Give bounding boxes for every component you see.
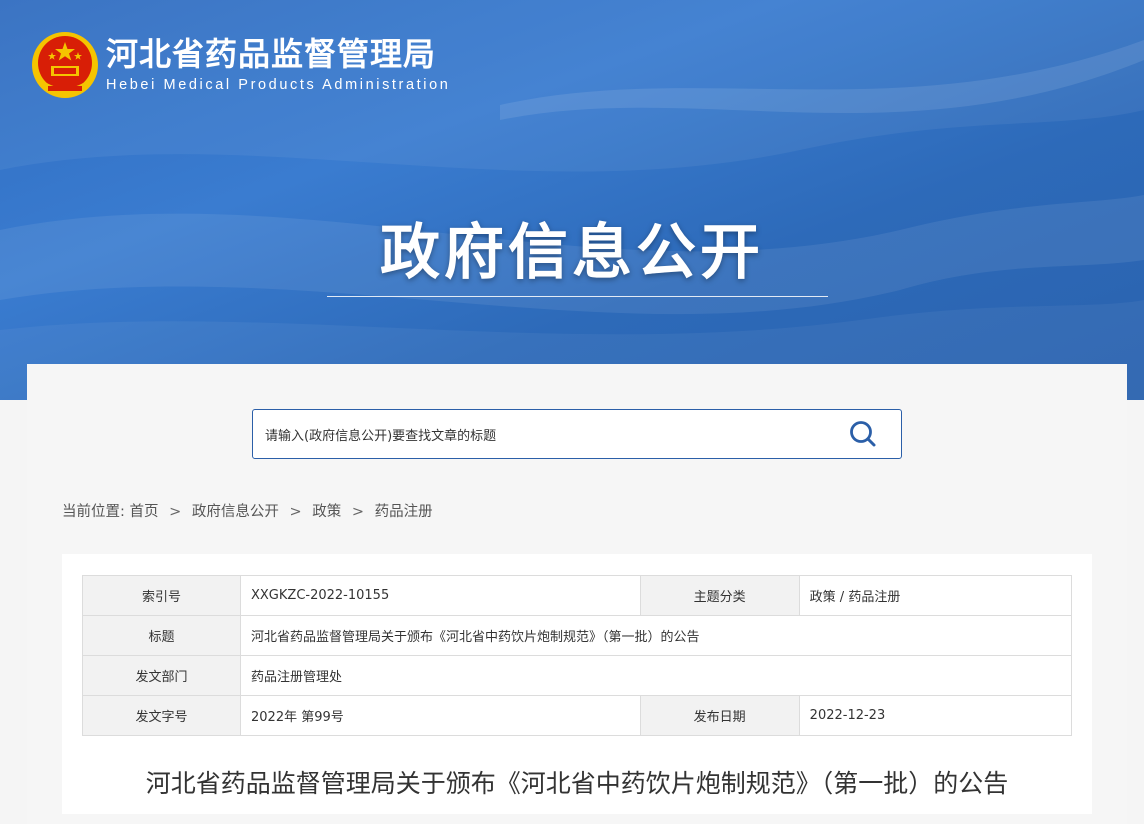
search-icon (850, 421, 876, 447)
title-label: 标题 (82, 615, 241, 656)
breadcrumb-drug-registration[interactable]: 药品注册 (375, 504, 433, 520)
table-row: 发文部门 药品注册管理处 (82, 655, 1072, 696)
breadcrumb-separator: > (169, 504, 182, 520)
breadcrumb: 当前位置: 首页 > 政府信息公开 > 政策 > 药品注册 (62, 500, 433, 521)
topic-value: 政策 / 药品注册 (798, 575, 1073, 616)
docno-label: 发文字号 (82, 695, 241, 736)
breadcrumb-gov-info[interactable]: 政府信息公开 (192, 504, 279, 520)
docno-value: 2022年 第99号 (240, 695, 641, 736)
org-name-cn: 河北省药品监督管理局 (106, 35, 437, 73)
index-label: 索引号 (82, 575, 241, 616)
article-title: 河北省药品监督管理局关于颁布《河北省中药饮片炮制规范》（第一批）的公告 (145, 769, 1009, 798)
breadcrumb-separator: > (289, 504, 302, 520)
index-value: XXGKZC-2022-10155 (240, 575, 641, 616)
article-card: 索引号 XXGKZC-2022-10155 主题分类 政策 / 药品注册 标题 … (62, 554, 1092, 814)
org-name-en: Hebei Medical Products Administration (106, 77, 451, 93)
section-title: 政府信息公开 (380, 218, 764, 288)
table-row: 标题 河北省药品监督管理局关于颁布《河北省中药饮片炮制规范》（第一批）的公告 (82, 615, 1072, 656)
search-box[interactable]: 请输入(政府信息公开)要查找文章的标题 (252, 409, 902, 459)
content-panel: 请输入(政府信息公开)要查找文章的标题 当前位置: 首页 > 政府信息公开 > … (27, 364, 1127, 824)
search-button[interactable] (843, 414, 883, 454)
breadcrumb-separator: > (351, 504, 365, 520)
table-row: 发文字号 2022年 第99号 发布日期 2022-12-23 (82, 695, 1073, 736)
breadcrumb-policy[interactable]: 政策 (312, 504, 341, 520)
breadcrumb-home[interactable]: 首页 (130, 504, 159, 520)
document-meta-table: 索引号 XXGKZC-2022-10155 主题分类 政策 / 药品注册 标题 … (82, 575, 1073, 736)
site-logo[interactable]: 河北省药品监督管理局 Hebei Medical Products Admini… (30, 30, 450, 100)
topic-label: 主题分类 (639, 575, 800, 616)
table-row: 索引号 XXGKZC-2022-10155 主题分类 政策 / 药品注册 (82, 575, 1073, 616)
national-emblem-icon (32, 32, 98, 98)
search-input[interactable]: 请输入(政府信息公开)要查找文章的标题 (265, 425, 843, 444)
header-banner: 河北省药品监督管理局 Hebei Medical Products Admini… (0, 0, 1144, 400)
dept-label: 发文部门 (82, 655, 241, 696)
breadcrumb-prefix: 当前位置: (62, 504, 125, 520)
date-value: 2022-12-23 (798, 695, 1073, 736)
date-label: 发布日期 (639, 695, 800, 736)
title-underline (327, 296, 828, 297)
title-value: 河北省药品监督管理局关于颁布《河北省中药饮片炮制规范》（第一批）的公告 (240, 615, 1072, 656)
dept-value: 药品注册管理处 (240, 655, 1072, 696)
